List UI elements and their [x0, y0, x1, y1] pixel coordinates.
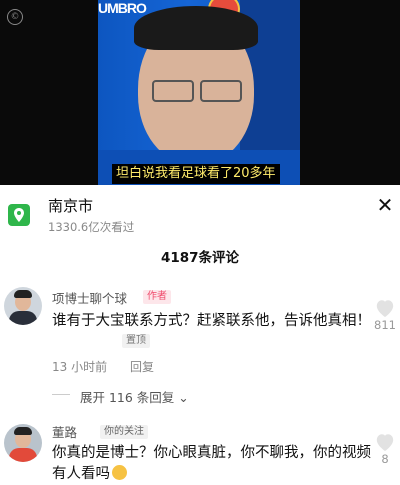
laughing-emoji-icon	[112, 465, 127, 480]
video-subtitle: 坦白说我看足球看了20多年	[112, 164, 280, 184]
expand-divider	[52, 394, 70, 395]
comment-time: 13 小时前	[52, 360, 108, 374]
location-map-icon[interactable]	[8, 204, 30, 226]
close-icon[interactable]: ✕	[373, 193, 397, 217]
copyright-icon: ©	[7, 9, 23, 25]
heart-icon	[376, 300, 394, 318]
video-frame: UMBRO	[98, 0, 300, 185]
following-badge: 你的关注	[100, 425, 148, 439]
like-count: 8	[381, 452, 389, 466]
like-button[interactable]: 8	[372, 432, 398, 466]
reply-button[interactable]: 回复	[130, 358, 154, 375]
like-count: 811	[374, 318, 396, 332]
speaker-glasses	[150, 80, 242, 102]
avatar[interactable]	[4, 424, 42, 462]
pinned-badge: 置顶	[122, 334, 150, 348]
like-button[interactable]: 811	[372, 298, 398, 332]
author-badge: 作者	[143, 290, 171, 304]
location-title[interactable]: 南京市	[48, 195, 93, 216]
comment-author[interactable]: 董路	[52, 422, 77, 441]
comment-count: 4187条评论	[160, 250, 240, 266]
speaker-hair	[134, 6, 258, 50]
location-views: 1330.6亿次看过	[48, 220, 135, 234]
video-player[interactable]: © UMBRO 坦白说我看足球看了20多年	[0, 0, 400, 185]
heart-icon	[376, 434, 394, 452]
comment-text[interactable]: 谁有于大宝联系方式？赶紧联系他，告诉他真相！	[52, 311, 372, 332]
expand-replies-button[interactable]: 展开 116 条回复 ⌄	[80, 387, 189, 406]
chevron-down-icon: ⌄	[174, 390, 189, 405]
avatar[interactable]	[4, 287, 42, 325]
brand-logo: UMBRO	[98, 0, 147, 16]
comment-author[interactable]: 项博士聊个球	[52, 288, 127, 307]
